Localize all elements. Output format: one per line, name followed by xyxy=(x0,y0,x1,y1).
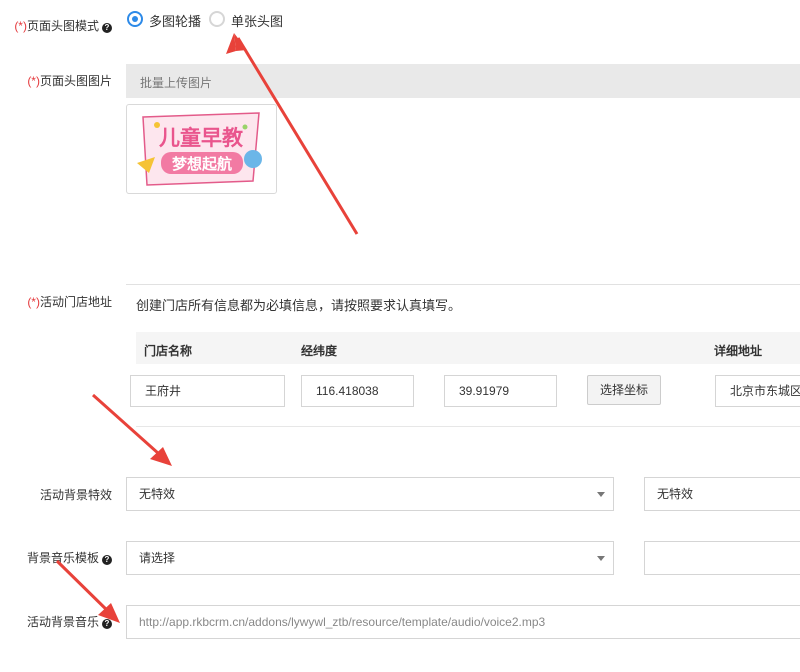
store-notice-text: 创建门店所有信息都为必填信息，请按照要求认真填写。 xyxy=(136,298,462,313)
batch-upload-button[interactable]: 批量上传图片 xyxy=(126,64,800,98)
header-mode-label-text: 页面头图模式 xyxy=(26,19,99,33)
bg-music-template-label: 背景音乐模板? xyxy=(27,549,112,566)
arrow-head-2 xyxy=(150,447,172,466)
column-coordinates: 经纬度 xyxy=(301,344,338,358)
required-mark: (*) xyxy=(27,295,40,309)
bg-music-label: 活动背景音乐? xyxy=(27,613,112,630)
arrow-head-1 xyxy=(234,33,247,51)
question-circle-icon[interactable]: ? xyxy=(102,619,112,629)
store-table-header: 门店名称 经纬度 详细地址 xyxy=(136,332,800,364)
bg-effect-label-text: 活动背景特效 xyxy=(39,488,112,502)
bg-music-template-label-text: 背景音乐模板 xyxy=(26,551,99,565)
store-address-label-text: 活动门店地址 xyxy=(39,295,112,309)
bg-music-url-value: http://app.rkbcrm.cn/addons/lywywl_ztb/r… xyxy=(139,615,546,629)
required-mark: (*) xyxy=(27,74,40,88)
address-input[interactable]: 北京市东城区 xyxy=(715,375,800,407)
store-address-label: (*)活动门店地址 xyxy=(27,293,112,310)
thumbnail-line2: 梦想起航 xyxy=(172,155,232,173)
column-store-name: 门店名称 xyxy=(144,344,193,358)
longitude-input[interactable]: 116.418038 xyxy=(301,375,414,407)
radio-multi-carousel[interactable] xyxy=(127,11,143,27)
pick-coordinates-button[interactable]: 选择坐标 xyxy=(587,375,661,405)
header-image-label-text: 页面头图图片 xyxy=(39,74,112,88)
chevron-down-icon xyxy=(597,556,605,561)
batch-upload-label: 批量上传图片 xyxy=(140,76,213,90)
bg-effect-label: 活动背景特效 xyxy=(40,486,112,503)
radio-multi-carousel-label[interactable]: 多图轮播 xyxy=(149,11,201,30)
required-mark: (*) xyxy=(14,19,27,33)
store-name-input[interactable]: 王府井 xyxy=(130,375,285,407)
arrow-head-1b xyxy=(226,33,236,54)
chevron-down-icon xyxy=(597,492,605,497)
thumbnail-line1: 儿童早教 xyxy=(159,126,244,150)
thumbnail-artwork: 儿童早教 梦想起航 xyxy=(137,112,262,186)
store-notice: 创建门店所有信息都为必填信息，请按照要求认真填写。 xyxy=(126,284,800,320)
bg-music-template-select-2[interactable] xyxy=(644,541,800,575)
bg-effect-value: 无特效 xyxy=(139,487,176,501)
header-image-thumbnail[interactable]: 儿童早教 梦想起航 xyxy=(126,104,277,194)
question-circle-icon[interactable]: ? xyxy=(102,23,112,33)
latitude-input[interactable]: 39.91979 xyxy=(444,375,557,407)
question-circle-icon[interactable]: ? xyxy=(102,555,112,565)
bg-music-label-text: 活动背景音乐 xyxy=(26,615,99,629)
radio-single-image-label[interactable]: 单张头图 xyxy=(231,11,283,30)
bg-effect-select-2[interactable]: 无特效 xyxy=(644,477,800,511)
bg-music-template-value: 请选择 xyxy=(139,551,176,565)
column-address: 详细地址 xyxy=(714,344,763,358)
bg-effect-value-2: 无特效 xyxy=(657,487,694,501)
radio-single-image[interactable] xyxy=(209,11,225,27)
bg-music-template-select[interactable]: 请选择 xyxy=(126,541,614,575)
table-divider xyxy=(136,426,800,427)
bg-effect-select[interactable]: 无特效 xyxy=(126,477,614,511)
header-mode-label: (*)页面头图模式? xyxy=(14,17,112,34)
bg-music-url-input[interactable]: http://app.rkbcrm.cn/addons/lywywl_ztb/r… xyxy=(126,605,800,639)
header-image-label: (*)页面头图图片 xyxy=(27,72,112,89)
arrow-to-bg-music xyxy=(55,559,117,620)
